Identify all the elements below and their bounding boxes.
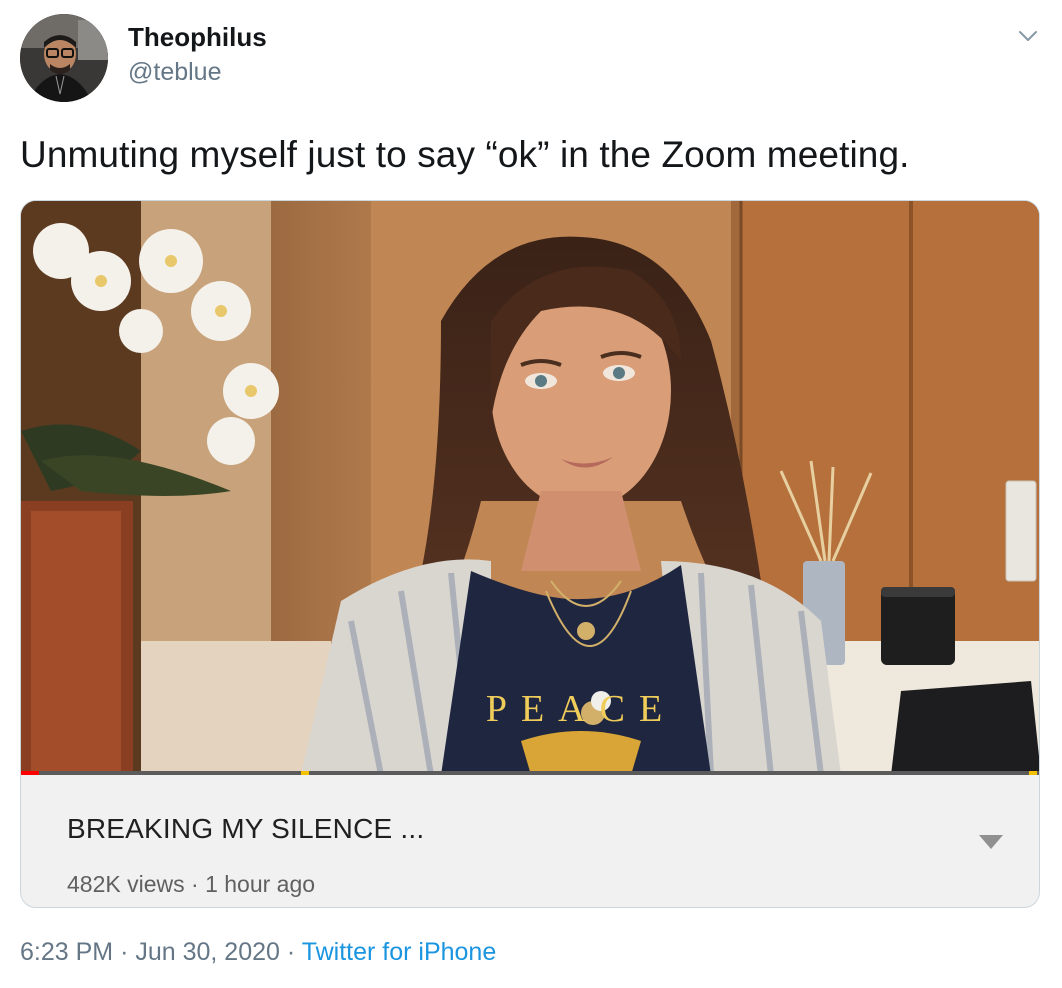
profile-photo-icon (20, 14, 108, 102)
tweet-date[interactable]: Jun 30, 2020 (135, 938, 280, 966)
expand-caret-down-icon[interactable] (977, 833, 1005, 851)
ad-marker (1029, 771, 1037, 775)
tweet-text: Unmuting myself just to say “ok” in the … (20, 134, 910, 175)
progress-played (21, 771, 40, 775)
user-handle[interactable]: @teblue (128, 58, 222, 87)
video-progress-bar[interactable] (21, 771, 1039, 775)
tweet: Theophilus @teblue Unmuting myself just … (0, 0, 1062, 988)
more-options-chevron-down-icon[interactable] (1016, 24, 1040, 48)
tweet-footer: 6:23 PM · Jun 30, 2020 · Twitter for iPh… (20, 938, 496, 967)
meta-separator: · (191, 871, 199, 897)
footer-separator: · (120, 938, 129, 966)
shirt-print-text: PEACE (486, 688, 676, 730)
display-name[interactable]: Theophilus (128, 22, 267, 53)
youtube-card[interactable]: PEACE BREAKING MY SILENCE ... 482K views… (20, 200, 1040, 908)
upload-age: 1 hour ago (205, 871, 316, 897)
view-count: 482K views (67, 871, 185, 897)
tweet-source-link[interactable]: Twitter for iPhone (302, 938, 497, 966)
video-frame-image: PEACE (21, 201, 1039, 775)
avatar[interactable] (20, 14, 108, 102)
tweet-time[interactable]: 6:23 PM (20, 938, 113, 966)
video-title[interactable]: BREAKING MY SILENCE ... (67, 813, 424, 845)
ad-marker (301, 771, 309, 775)
footer-separator: · (286, 938, 296, 966)
video-thumbnail[interactable]: PEACE (21, 201, 1039, 775)
video-meta: 482K views · 1 hour ago (67, 871, 315, 898)
